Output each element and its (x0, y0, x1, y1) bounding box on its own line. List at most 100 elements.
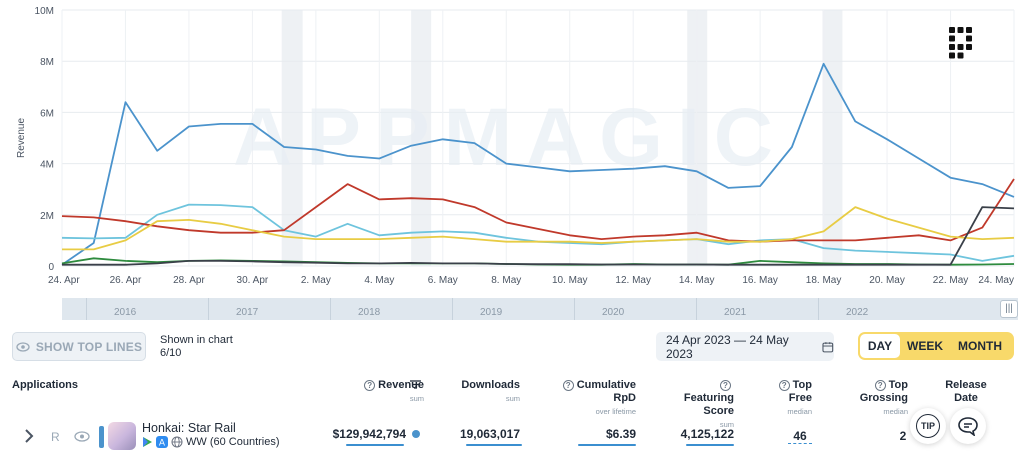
x-tick-label: 20. May (869, 275, 905, 286)
chat-button[interactable] (950, 408, 986, 444)
date-range-text: 24 Apr 2023 — 24 May 2023 (666, 332, 789, 361)
series-color-indicator (99, 426, 104, 448)
x-tick-label: 24. May (978, 275, 1014, 286)
date-range-picker[interactable]: 24 Apr 2023 — 24 May 2023 (656, 332, 834, 361)
app-icon (108, 422, 136, 450)
logo-icon-dot (949, 27, 955, 33)
chart-toolbar: SHOW TOP LINES Shown in chart 6/10 24 Ap… (0, 332, 1024, 362)
tip-button[interactable]: TIP (910, 408, 946, 444)
cell-featuring: 4,125,122 (680, 427, 734, 441)
timeline-separator (330, 298, 331, 320)
col-downloads[interactable]: Downloads sum (456, 379, 520, 405)
row-rank-marker: R (51, 430, 60, 444)
help-icon[interactable]: ? (874, 380, 886, 391)
col-rpd[interactable]: ? Cumulative RpD over lifetime (548, 379, 636, 418)
period-day-button[interactable]: DAY (860, 334, 900, 358)
col-top-grossing[interactable]: ? Top Grossing median (856, 379, 908, 418)
period-month-button[interactable]: MONTH (950, 334, 1010, 358)
y-tick-label: 0 (48, 262, 54, 273)
table-row[interactable]: R Honkai: Star Rail A WW (60 Countries) … (0, 420, 1024, 454)
series-line-3 (61, 178, 1015, 243)
timeline-navigator[interactable]: 2016 2017 2018 2019 2020 2021 2022 ||| (62, 298, 1018, 320)
app-store-icon: A (156, 436, 168, 448)
x-tick-label: 16. May (742, 275, 778, 286)
timeline-separator (452, 298, 453, 320)
logo-icon-dot (966, 35, 972, 42)
x-tick-label: 10. May (552, 275, 588, 286)
x-tick-label: 30. Apr (237, 275, 269, 286)
logo-icon-dot (949, 44, 955, 50)
x-tick-label: 18. May (806, 275, 842, 286)
timeline-separator (86, 298, 87, 320)
cell-top-free[interactable]: 46 (788, 429, 812, 444)
app-platforms: A WW (60 Countries) (142, 436, 280, 448)
col-top-grossing-label-2: Grossing (859, 392, 908, 404)
shown-in-chart-count: 6/10 (160, 347, 182, 359)
timeline-year-label: 2017 (236, 307, 259, 318)
logo-icon-dot (949, 52, 955, 59)
logo-icon-dot (966, 44, 972, 50)
x-tick-label: 12. May (615, 275, 651, 286)
col-top-free-label-2: Free (788, 392, 812, 404)
timeline-year-label: 2020 (602, 307, 625, 318)
chevron-right-icon[interactable] (24, 429, 34, 443)
x-tick-label: 2. May (301, 275, 331, 286)
col-featuring-label-2: Score (703, 405, 734, 417)
timeline-separator (208, 298, 209, 320)
calendar-icon (822, 341, 834, 352)
help-icon[interactable]: ? (364, 380, 376, 391)
x-tick-label: 24. Apr (48, 275, 80, 286)
col-downloads-sub: sum (505, 394, 520, 403)
eye-icon[interactable] (74, 431, 90, 442)
logo-icon-dot (957, 52, 964, 59)
timeline-grip-handle[interactable]: ||| (1000, 300, 1018, 318)
shown-in-chart-label: Shown in chart (160, 334, 233, 346)
col-release-date[interactable]: Release Date (944, 379, 988, 405)
col-applications[interactable]: Applications (12, 379, 78, 392)
show-top-lines-button[interactable]: SHOW TOP LINES (12, 332, 146, 361)
timeline-year-label: 2016 (114, 307, 137, 318)
col-top-grossing-sub: median (883, 407, 908, 416)
cell-downloads: 19,063,017 (459, 427, 520, 441)
y-tick-label: 4M (40, 160, 54, 171)
help-icon[interactable]: ? (562, 380, 574, 391)
sort-icon[interactable] (410, 380, 421, 389)
col-top-free[interactable]: ? Top Free median (776, 379, 812, 418)
timeline-separator (818, 298, 819, 320)
globe-icon (171, 436, 183, 448)
downloads-bar (466, 444, 522, 446)
revenue-bar (346, 444, 404, 446)
timeline-year-label: 2018 (358, 307, 381, 318)
timeline-separator (696, 298, 697, 320)
y-tick-label: 10M (35, 6, 54, 17)
svg-text:A: A (159, 439, 166, 449)
x-tick-label: 6. May (428, 275, 458, 286)
app-name[interactable]: Honkai: Star Rail (142, 421, 236, 435)
rpd-bar (578, 444, 636, 446)
timeline-year-label: 2019 (480, 307, 503, 318)
cell-top-grossing[interactable]: 2 (896, 429, 910, 443)
logo-icon-dot (966, 27, 972, 33)
col-rpd-sub: over lifetime (595, 407, 636, 416)
logo-icon-dot (957, 27, 964, 33)
google-play-icon (143, 437, 152, 447)
help-icon[interactable]: ? (720, 380, 731, 391)
y-tick-label: 2M (40, 211, 54, 222)
shown-in-chart: Shown in chart 6/10 (160, 334, 233, 360)
revenue-chart: 0 2M 4M 6M 8M 10M 24. Apr 26. Apr 28. Apr 30. Apr… (0, 0, 1024, 298)
timeline-year-label: 2021 (724, 307, 747, 318)
period-week-button[interactable]: WEEK (900, 334, 950, 358)
timeline-year-label: 2022 (846, 307, 869, 318)
x-tick-label: 22. May (933, 275, 969, 286)
x-tick-label: 28. Apr (173, 275, 205, 286)
weekend-band (822, 10, 843, 266)
help-icon[interactable]: ? (778, 380, 790, 391)
chat-icon (958, 417, 978, 436)
cell-rpd: $6.39 (605, 427, 636, 441)
x-tick-label: 26. Apr (110, 275, 142, 286)
logo-icon-dot (949, 35, 955, 42)
col-featuring-label: Featuring (683, 392, 734, 404)
cell-revenue: $129,942,794 (332, 427, 406, 441)
col-top-grossing-label: Top (888, 379, 908, 391)
y-tick-label: 8M (40, 57, 54, 68)
